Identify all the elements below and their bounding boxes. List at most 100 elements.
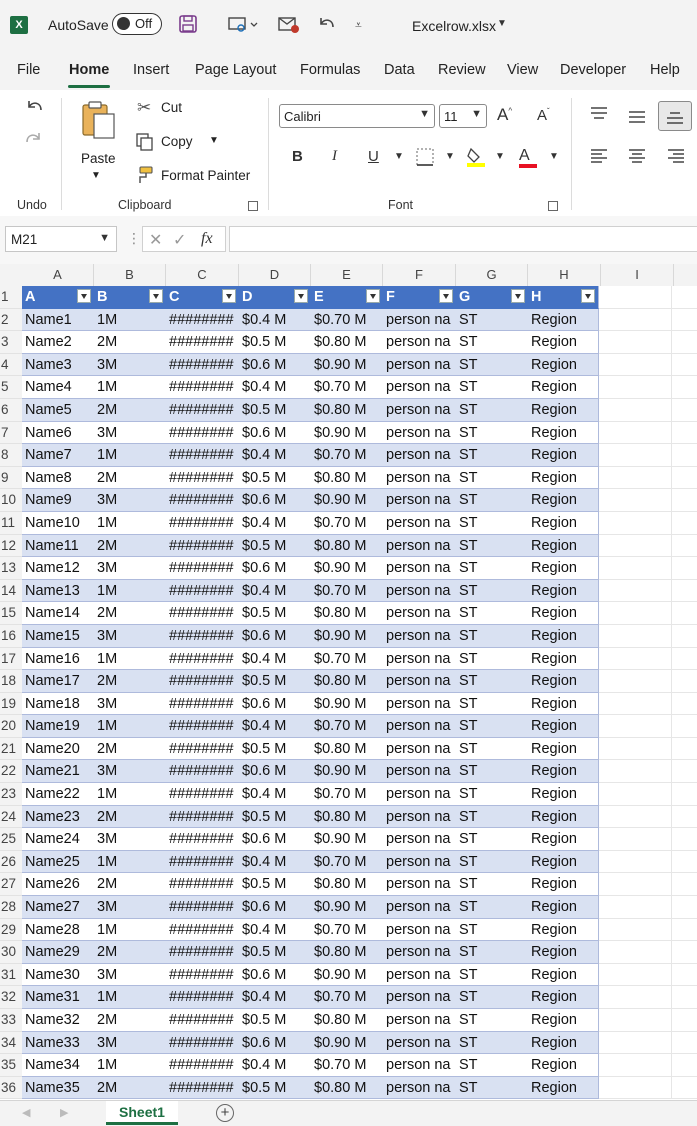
- chevron-down-icon[interactable]: ▼: [497, 18, 507, 29]
- table-header-cell[interactable]: G: [456, 286, 528, 309]
- row-header[interactable]: 3: [0, 331, 22, 354]
- table-cell[interactable]: [599, 602, 672, 625]
- table-cell[interactable]: 1M: [94, 579, 166, 603]
- table-cell[interactable]: Region: [528, 670, 599, 693]
- table-cell[interactable]: [672, 376, 697, 399]
- table-cell[interactable]: person na: [383, 444, 456, 467]
- table-cell[interactable]: [599, 466, 672, 490]
- table-cell[interactable]: ########: [166, 353, 239, 377]
- table-cell[interactable]: $0.4 M: [239, 579, 311, 603]
- row-header[interactable]: 34: [0, 1031, 22, 1055]
- table-cell[interactable]: Region: [528, 557, 599, 580]
- table-cell[interactable]: $0.70 M: [311, 511, 383, 535]
- table-cell[interactable]: [599, 715, 672, 738]
- table-cell[interactable]: Name1: [22, 308, 94, 332]
- row-header[interactable]: 8: [0, 444, 22, 467]
- table-cell[interactable]: person na: [383, 873, 456, 897]
- table-cell[interactable]: ST: [456, 896, 528, 919]
- table-cell[interactable]: Region: [528, 376, 599, 399]
- table-cell[interactable]: [672, 941, 697, 964]
- table-cell[interactable]: ST: [456, 511, 528, 535]
- table-cell[interactable]: ST: [456, 918, 528, 942]
- table-cell[interactable]: [599, 850, 672, 874]
- row-header[interactable]: 23: [0, 783, 22, 806]
- row-header[interactable]: 18: [0, 670, 22, 693]
- table-cell[interactable]: ST: [456, 941, 528, 964]
- table-cell[interactable]: [672, 444, 697, 467]
- filter-dropdown-icon[interactable]: [581, 289, 595, 303]
- table-cell[interactable]: $0.6 M: [239, 692, 311, 716]
- tab-view[interactable]: View: [507, 62, 538, 78]
- table-cell[interactable]: Name32: [22, 1009, 94, 1032]
- table-cell[interactable]: $0.4 M: [239, 986, 311, 1009]
- table-cell[interactable]: Name12: [22, 557, 94, 580]
- cut-button[interactable]: Cut: [161, 100, 182, 115]
- filter-dropdown-icon[interactable]: [439, 289, 453, 303]
- table-cell[interactable]: $0.80 M: [311, 466, 383, 490]
- table-cell[interactable]: 1M: [94, 715, 166, 738]
- table-cell[interactable]: $0.90 M: [311, 896, 383, 919]
- table-cell[interactable]: ########: [166, 1031, 239, 1055]
- scissors-icon[interactable]: ✂: [137, 98, 151, 118]
- table-cell[interactable]: $0.5 M: [239, 737, 311, 761]
- table-cell[interactable]: 2M: [94, 873, 166, 897]
- table-cell[interactable]: 2M: [94, 737, 166, 761]
- table-cell[interactable]: $0.80 M: [311, 398, 383, 422]
- table-cell[interactable]: $0.5 M: [239, 602, 311, 625]
- table-cell[interactable]: ########: [166, 534, 239, 558]
- table-cell[interactable]: ST: [456, 444, 528, 467]
- table-cell[interactable]: 3M: [94, 963, 166, 987]
- table-cell[interactable]: [672, 489, 697, 512]
- send-icon[interactable]: [278, 14, 300, 36]
- table-cell[interactable]: 2M: [94, 602, 166, 625]
- table-cell[interactable]: ST: [456, 466, 528, 490]
- table-cell[interactable]: ST: [456, 308, 528, 332]
- format-painter-button[interactable]: Format Painter: [161, 168, 250, 183]
- table-cell[interactable]: Region: [528, 398, 599, 422]
- table-cell[interactable]: Name25: [22, 850, 94, 874]
- table-cell[interactable]: ########: [166, 1076, 239, 1100]
- table-cell[interactable]: [599, 986, 672, 1009]
- table-cell[interactable]: 2M: [94, 1009, 166, 1032]
- table-cell[interactable]: ########: [166, 511, 239, 535]
- row-header[interactable]: 30: [0, 941, 22, 964]
- column-header[interactable]: C: [166, 264, 239, 286]
- table-cell[interactable]: [672, 918, 697, 942]
- table-cell[interactable]: Name31: [22, 986, 94, 1009]
- table-cell[interactable]: [672, 534, 697, 558]
- table-cell[interactable]: [599, 941, 672, 964]
- table-cell[interactable]: [599, 805, 672, 829]
- table-cell[interactable]: person na: [383, 805, 456, 829]
- table-cell[interactable]: $0.90 M: [311, 1031, 383, 1055]
- tab-data[interactable]: Data: [384, 62, 415, 78]
- table-cell[interactable]: $0.90 M: [311, 353, 383, 377]
- table-cell[interactable]: [672, 602, 697, 625]
- table-cell[interactable]: Region: [528, 444, 599, 467]
- table-cell[interactable]: $0.70 M: [311, 308, 383, 332]
- table-cell[interactable]: 2M: [94, 805, 166, 829]
- table-cell[interactable]: [599, 286, 672, 309]
- autosave-toggle[interactable]: Off: [112, 13, 162, 35]
- table-cell[interactable]: ST: [456, 489, 528, 512]
- table-cell[interactable]: person na: [383, 783, 456, 806]
- row-header[interactable]: 16: [0, 624, 22, 648]
- table-cell[interactable]: 2M: [94, 941, 166, 964]
- table-cell[interactable]: [599, 353, 672, 377]
- table-cell[interactable]: 1M: [94, 850, 166, 874]
- table-cell[interactable]: person na: [383, 918, 456, 942]
- table-cell[interactable]: [599, 1009, 672, 1032]
- row-header[interactable]: 13: [0, 557, 22, 580]
- table-cell[interactable]: $0.5 M: [239, 534, 311, 558]
- table-cell[interactable]: [599, 963, 672, 987]
- table-cell[interactable]: Name19: [22, 715, 94, 738]
- table-cell[interactable]: $0.4 M: [239, 850, 311, 874]
- table-cell[interactable]: $0.80 M: [311, 670, 383, 693]
- table-cell[interactable]: Region: [528, 805, 599, 829]
- table-cell[interactable]: ########: [166, 760, 239, 784]
- table-cell[interactable]: $0.6 M: [239, 489, 311, 512]
- decrease-font-icon[interactable]: Aˇ: [537, 107, 550, 124]
- table-cell[interactable]: Region: [528, 828, 599, 851]
- save-icon[interactable]: [178, 14, 198, 36]
- chevron-down-icon[interactable]: ▼: [549, 151, 559, 162]
- table-cell[interactable]: ST: [456, 1009, 528, 1032]
